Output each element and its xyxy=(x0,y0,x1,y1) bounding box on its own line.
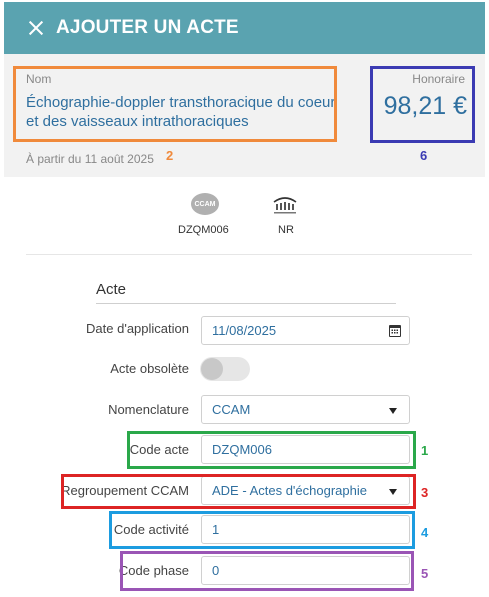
annotation-box-name xyxy=(13,66,337,142)
annotation-number-1: 1 xyxy=(421,443,429,458)
annotation-box-activite xyxy=(109,511,415,549)
nomenclature-select[interactable]: CCAM xyxy=(201,395,410,424)
date-label: Date d'application xyxy=(86,321,189,336)
section-title: Acte xyxy=(96,281,127,298)
secu-code: NR xyxy=(278,224,294,236)
obsolete-toggle[interactable] xyxy=(200,357,250,381)
annotation-number-3: 3 xyxy=(421,485,429,500)
annotation-box-code-acte xyxy=(127,431,416,469)
divider xyxy=(26,254,472,255)
ccam-code: DZQM006 xyxy=(178,224,229,236)
chevron-down-icon xyxy=(389,408,397,414)
annotation-box-fee xyxy=(370,66,475,143)
section-divider xyxy=(96,303,396,304)
annotation-number-4: 4 xyxy=(421,525,429,540)
toggle-knob xyxy=(201,358,223,380)
ccam-icon: CCAM xyxy=(191,193,219,215)
close-icon[interactable] xyxy=(24,16,48,40)
nomenclature-value: CCAM xyxy=(212,402,251,417)
annotation-box-phase xyxy=(120,551,414,591)
nomenclature-label: Nomenclature xyxy=(108,402,189,417)
calendar-icon[interactable] xyxy=(389,325,401,337)
effective-date: À partir du 11 août 2025 xyxy=(26,152,154,166)
annotation-box-regroupement xyxy=(61,474,416,509)
securite-sociale-icon xyxy=(273,197,297,214)
dialog-header: AJOUTER UN ACTE xyxy=(4,2,485,54)
obsolete-label: Acte obsolète xyxy=(110,361,189,376)
annotation-number-6: 6 xyxy=(420,148,428,163)
date-input[interactable]: 11/08/2025 xyxy=(201,316,410,345)
annotation-number-5: 5 xyxy=(421,566,429,581)
annotation-number-2: 2 xyxy=(166,148,174,163)
date-value: 11/08/2025 xyxy=(212,323,277,338)
dialog-title: AJOUTER UN ACTE xyxy=(56,17,239,38)
